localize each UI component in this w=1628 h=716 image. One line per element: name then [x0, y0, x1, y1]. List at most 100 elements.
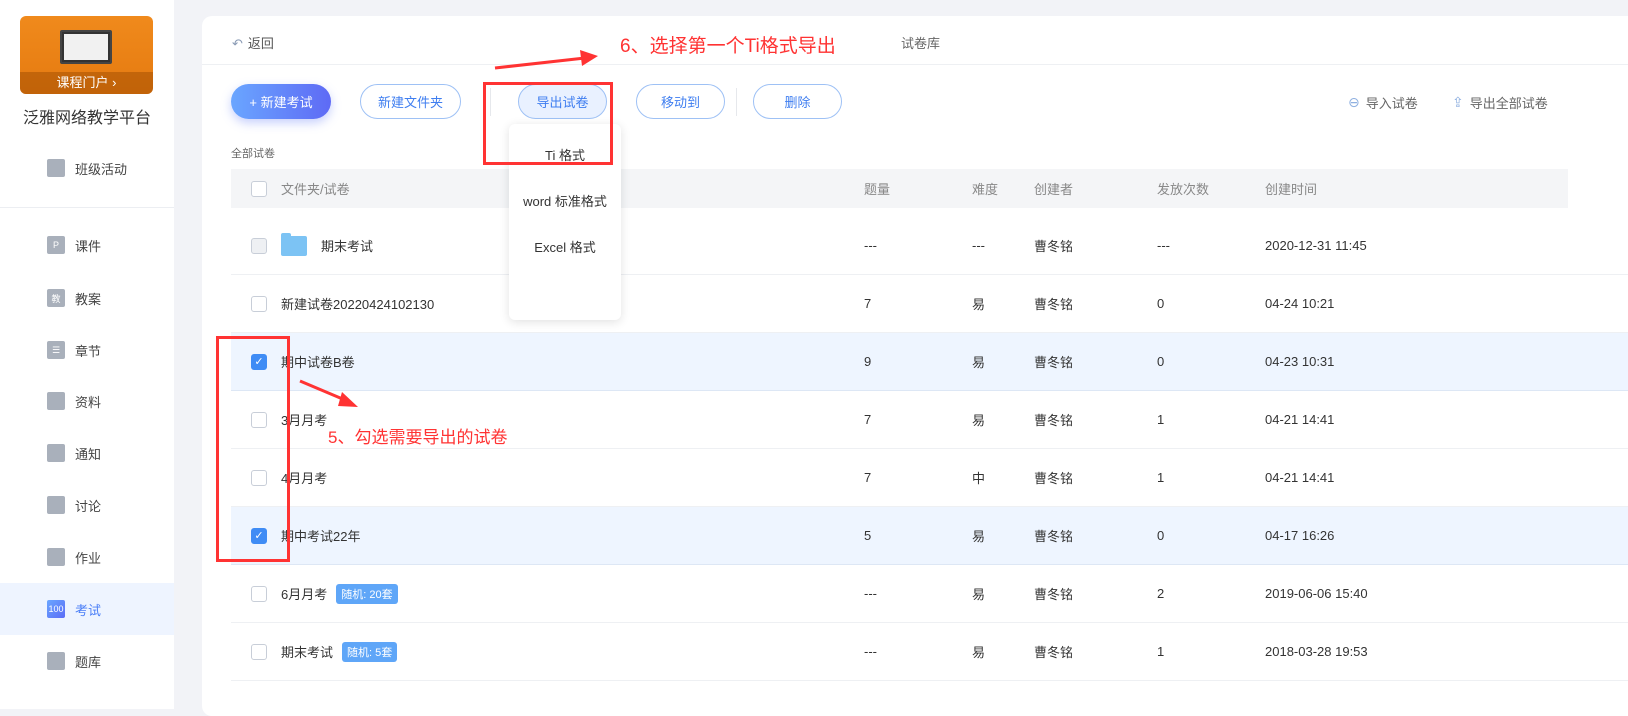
col-name: 文件夹/试卷 — [281, 182, 350, 197]
name-cell[interactable]: 期末考试 — [281, 217, 373, 274]
count-cell: 7 — [864, 296, 872, 311]
move-to-button[interactable]: 移动到 — [636, 84, 725, 119]
creator-cell: 曹冬铭 — [1034, 297, 1074, 312]
col-count: 题量 — [864, 182, 891, 197]
name-cell[interactable]: 期中考试22年 — [281, 507, 360, 564]
created-cell: 04-21 14:41 — [1265, 470, 1335, 485]
table-header: 文件夹/试卷 题量 难度 创建者 发放次数 创建时间 — [231, 169, 1568, 208]
paper-name[interactable]: 期中考试22年 — [281, 526, 360, 545]
course-portal-banner[interactable]: 课程门户 › — [20, 16, 153, 94]
select-all-checkbox[interactable] — [251, 180, 267, 197]
question-bank-icon — [47, 652, 65, 670]
difficulty-cell: 易 — [972, 413, 986, 428]
created-cell: 2018-03-28 19:53 — [1265, 644, 1368, 659]
sidebar-item-label: 通知 — [75, 446, 102, 462]
row-checkbox[interactable] — [251, 585, 267, 602]
count-cell: 7 — [864, 412, 872, 427]
discussion-icon — [47, 496, 65, 514]
difficulty-cell: 易 — [972, 587, 986, 602]
table-row[interactable]: ✓ 期中试卷B卷 9 易 曹冬铭 0 04-23 10:31 — [231, 333, 1628, 391]
times-cell: --- — [1157, 238, 1170, 253]
notice-icon — [47, 444, 65, 462]
platform-name: 泛雅网络教学平台 — [22, 110, 151, 127]
table-row[interactable]: 4月月考 7 中 曹冬铭 1 04-21 14:41 — [231, 449, 1628, 507]
import-paper-link[interactable]: ⊖ 导入试卷 — [1348, 93, 1418, 112]
table-row[interactable]: 期末考试 随机: 5套 --- 易 曹冬铭 1 2018-03-28 19:53 — [231, 623, 1628, 681]
times-cell: 0 — [1157, 296, 1165, 311]
times-cell: 1 — [1157, 470, 1165, 485]
sidebar-item-discussion[interactable]: 讨论 — [0, 479, 174, 531]
created-cell: 2019-06-06 15:40 — [1265, 586, 1368, 601]
col-creator: 创建者 — [1034, 182, 1074, 197]
exam-icon: 100 — [47, 600, 65, 618]
sidebar-item-chapter[interactable]: ☰ 章节 — [0, 324, 174, 376]
monitor-illustration — [60, 30, 112, 64]
creator-cell: 曹冬铭 — [1034, 239, 1074, 254]
menu-item-word-format[interactable]: word 标准格式 — [509, 191, 621, 210]
paper-name[interactable]: 期末考试 — [281, 642, 333, 661]
creator-cell: 曹冬铭 — [1034, 587, 1074, 602]
delete-button[interactable]: 删除 — [753, 84, 842, 119]
paper-name[interactable]: 新建试卷20220424102130 — [281, 294, 434, 313]
difficulty-cell: --- — [972, 238, 985, 253]
materials-icon — [47, 392, 65, 410]
divider — [736, 88, 737, 116]
sidebar-item-question-bank[interactable]: 题库 — [0, 635, 174, 687]
new-folder-button[interactable]: 新建文件夹 — [360, 84, 461, 119]
created-cell: 04-21 14:41 — [1265, 412, 1335, 427]
chapter-icon: ☰ — [47, 341, 65, 359]
paper-name[interactable]: 期末考试 — [321, 236, 373, 255]
times-cell: 1 — [1157, 644, 1165, 659]
sidebar-item-lesson-plan[interactable]: 教教案 — [0, 272, 174, 324]
sidebar-item-courseware[interactable]: P 课件 — [0, 219, 174, 271]
table-row[interactable]: 期末考试 --- --- 曹冬铭 --- 2020-12-31 11:45 — [231, 217, 1628, 275]
sidebar-item-notice[interactable]: 通知 — [0, 427, 174, 479]
divider — [0, 207, 174, 208]
sidebar-item-class-activity[interactable]: 班级活动 — [0, 142, 174, 194]
upload-icon: ⇪ — [1452, 94, 1464, 110]
name-cell[interactable]: 新建试卷20220424102130 — [281, 275, 434, 332]
times-cell: 2 — [1157, 586, 1165, 601]
random-badge: 随机: 5套 — [342, 641, 398, 662]
sidebar-item-homework[interactable]: 作业 — [0, 531, 174, 583]
sidebar-item-label: 讨论 — [75, 498, 102, 514]
back-icon: ↶ — [232, 36, 243, 51]
table-row[interactable]: 新建试卷20220424102130 7 易 曹冬铭 0 04-24 10:21 — [231, 275, 1628, 333]
new-exam-button[interactable]: + 新建考试 — [231, 84, 331, 119]
difficulty-cell: 易 — [972, 297, 986, 312]
annotation-box-checkboxes — [216, 336, 290, 562]
sidebar-item-label: 章节 — [75, 343, 102, 359]
breadcrumb: 试卷库 — [901, 36, 941, 51]
count-cell: --- — [864, 238, 877, 253]
row-checkbox[interactable] — [251, 295, 267, 312]
table-row[interactable]: ✓ 期中考试22年 5 易 曹冬铭 0 04-17 16:26 — [231, 507, 1628, 565]
name-cell[interactable]: 期中试卷B卷 — [281, 333, 355, 390]
name-cell[interactable]: 期末考试 随机: 5套 — [281, 623, 398, 680]
export-all-link[interactable]: ⇪ 导出全部试卷 — [1452, 93, 1548, 112]
created-cell: 04-24 10:21 — [1265, 296, 1335, 311]
row-checkbox[interactable] — [251, 643, 267, 660]
random-badge: 随机: 20套 — [336, 583, 398, 604]
paper-name[interactable]: 期中试卷B卷 — [281, 352, 355, 371]
sidebar-item-exam[interactable]: 100 考试 — [0, 583, 174, 635]
paper-name[interactable]: 6月月考 — [281, 584, 327, 603]
creator-cell: 曹冬铭 — [1034, 471, 1074, 486]
sidebar-item-label: 班级活动 — [75, 161, 128, 177]
sidebar-item-label: 作业 — [75, 550, 102, 566]
folder-icon — [281, 232, 307, 256]
menu-item-excel-format[interactable]: Excel 格式 — [509, 237, 621, 256]
name-cell[interactable]: 6月月考 随机: 20套 — [281, 565, 398, 622]
section-label: 全部试卷 — [231, 148, 275, 160]
course-portal-label[interactable]: 课程门户 › — [20, 72, 153, 94]
creator-cell: 曹冬铭 — [1034, 355, 1074, 370]
homework-icon — [47, 548, 65, 566]
back-button[interactable]: ↶ 返回 — [232, 33, 274, 52]
sidebar-item-label: 教案 — [75, 291, 102, 307]
sidebar-item-label: 资料 — [75, 394, 102, 410]
sidebar-item-materials[interactable]: 资料 — [0, 375, 174, 427]
grid-icon — [47, 159, 65, 177]
row-checkbox[interactable] — [251, 237, 267, 254]
count-cell: 7 — [864, 470, 872, 485]
creator-cell: 曹冬铭 — [1034, 529, 1074, 544]
table-row[interactable]: 6月月考 随机: 20套 --- 易 曹冬铭 2 2019-06-06 15:40 — [231, 565, 1628, 623]
